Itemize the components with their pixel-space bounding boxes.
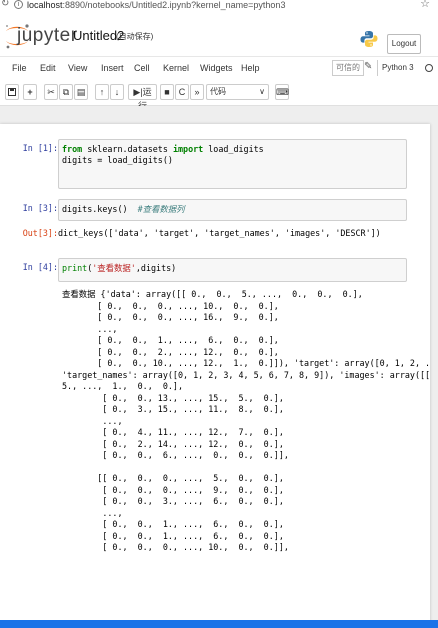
insert-cell-plus-icon[interactable]: + <box>23 84 37 100</box>
output-line: [ 0., 0., 0., ..., 10., 0., 0.]], <box>62 542 289 552</box>
output-line: [ 0., 0., 3., ..., 6., 0., 0.], <box>62 496 284 506</box>
menu-edit[interactable]: Edit <box>40 63 56 73</box>
move-down-arrow-icon[interactable]: ↓ <box>110 84 124 100</box>
code-line: digits.keys() #查看数据列 <box>62 204 403 215</box>
menu-insert[interactable]: Insert <box>101 63 124 73</box>
paste-icon[interactable]: ▤ <box>74 84 88 100</box>
address-bar[interactable]: ↻ i localhost:8890/notebooks/Untitled2.i… <box>0 0 438 12</box>
run-button[interactable]: ▶|运行 <box>128 84 157 111</box>
output-line: 'target_names': array([0, 1, 2, 3, 4, 5,… <box>62 369 430 380</box>
code-input[interactable]: print('查看数据',digits) <box>58 258 407 282</box>
code-token: '查看数据' <box>92 263 136 273</box>
reload-icon[interactable]: ↻ <box>1 0 9 9</box>
menu-file[interactable]: File <box>12 63 27 73</box>
edit-mode-pencil-icon: ✎ <box>364 61 373 72</box>
code-token: digits.keys() <box>62 204 138 214</box>
autosave-status: (自动保存) <box>116 32 154 41</box>
code-token: from <box>62 144 83 154</box>
menu-widgets[interactable]: Widgets <box>200 63 233 73</box>
code-cell[interactable]: In [1]: from sklearn.datasets import loa… <box>0 139 430 191</box>
trusted-indicator[interactable]: 可信的 <box>332 60 364 76</box>
output-line: 5., ..., 1., 0., 0.], <box>62 381 184 391</box>
url-path: :8890/notebooks/Untitled2.ipynb?kernel_n… <box>62 0 286 10</box>
copy-icon[interactable]: ⧉ <box>59 84 73 100</box>
code-line: print('查看数据',digits) <box>62 263 403 274</box>
cell-output: dict_keys(['data', 'target', 'target_nam… <box>58 228 381 238</box>
input-prompt: In [1]: <box>22 143 58 153</box>
bookmark-star-icon[interactable]: ☆ <box>420 0 430 10</box>
logout-button[interactable]: Logout <box>387 34 421 54</box>
output-prompt: Out[3]: <box>22 228 58 238</box>
menu-view[interactable]: View <box>68 63 87 73</box>
output-line: ..., <box>62 323 118 334</box>
jupyter-logo-text[interactable]: jupyter <box>17 25 78 47</box>
menu-cell[interactable]: Cell <box>134 63 150 73</box>
cell-type-select[interactable]: 代码 ∨ <box>206 84 269 100</box>
input-prompt: In [3]: <box>22 203 58 213</box>
kernel-name[interactable]: Python 3 <box>377 60 414 76</box>
output-line: [ 0., 3., 15., ..., 11., 8., 0.], <box>62 404 284 414</box>
code-token: ,digits) <box>135 263 177 273</box>
output-line: [ 0., 0., 1., ..., 6., 0., 0.], <box>62 335 279 345</box>
output-line: [ 0., 0., 0., ..., 10., 0., 0.], <box>62 300 279 311</box>
output-line: [ 0., 0., 0., ..., 9., 0., 0.], <box>62 484 284 495</box>
info-icon[interactable]: i <box>14 0 23 9</box>
taskbar-edge <box>0 620 438 628</box>
output-line: [ 0., 0., 6., ..., 0., 0., 0.]], <box>62 450 289 460</box>
cell-type-value: 代码 <box>210 87 226 96</box>
page: ↻ i localhost:8890/notebooks/Untitled2.i… <box>0 0 438 628</box>
notebook-area[interactable]: In [1]: from sklearn.datasets import loa… <box>0 106 438 628</box>
notebook-toolbar: + ✂ ⧉ ▤ ↑ ↓ ▶|运行 ■ C » 代码 ∨ ⌨ <box>0 80 438 111</box>
chevron-down-icon: ∨ <box>259 87 265 96</box>
cut-icon[interactable]: ✂ <box>44 84 58 100</box>
kernel-status-icon <box>425 64 433 72</box>
code-input[interactable]: digits.keys() #查看数据列 <box>58 199 407 221</box>
interrupt-stop-icon[interactable]: ■ <box>160 84 174 100</box>
menu-bar: File Edit View Insert Cell Kernel Widget… <box>0 56 438 80</box>
cell-output: 查看数据 {'data': array([[ 0., 0., 5., ..., … <box>0 289 430 554</box>
menu-help[interactable]: Help <box>241 63 260 73</box>
output-line: [[ 0., 0., 0., ..., 5., 0., 0.], <box>62 473 284 483</box>
code-line: digits = load_digits() <box>62 155 403 166</box>
output-line: ..., <box>62 507 123 518</box>
code-token: sklearn.datasets <box>82 144 173 154</box>
output-line: [ 0., 4., 11., ..., 12., 7., 0.], <box>62 427 284 437</box>
code-line: from sklearn.datasets import load_digits <box>62 144 403 155</box>
url-text[interactable]: localhost:8890/notebooks/Untitled2.ipynb… <box>27 0 285 10</box>
code-token: #查看数据列 <box>137 204 185 214</box>
output-line: [ 0., 0., 1., ..., 6., 0., 0.], <box>62 530 284 541</box>
output-line: [ 0., 0., 2., ..., 12., 0., 0.], <box>62 346 279 357</box>
code-cell[interactable]: In [3]: digits.keys() #查看数据列 Out[3]: dic… <box>0 199 430 245</box>
output-line: [ 0., 0., 1., ..., 6., 0., 0.], <box>62 519 284 529</box>
input-prompt: In [4]: <box>22 262 58 272</box>
save-icon[interactable] <box>5 84 19 100</box>
code-token: import <box>172 144 204 154</box>
code-token: load_digits <box>203 144 264 154</box>
move-up-arrow-icon[interactable]: ↑ <box>95 84 109 100</box>
code-token: print <box>62 263 88 273</box>
output-line: [ 0., 0., 0., ..., 16., 9., 0.], <box>62 312 279 322</box>
output-line: ..., <box>62 415 123 426</box>
restart-icon[interactable]: C <box>175 84 189 100</box>
code-cell[interactable]: In [4]: print('查看数据',digits) 查看数据 {'data… <box>0 258 430 628</box>
command-palette-keyboard-icon[interactable]: ⌨ <box>275 84 289 100</box>
output-line: [ 0., 0., 10., ..., 12., 1., 0.]]), 'tar… <box>97 358 430 368</box>
code-token: digits = load_digits() <box>62 155 173 165</box>
jupyter-header: jupyter Untitled2 (自动保存) Logout <box>0 12 438 56</box>
output-line: 查看数据 {'data': array([[ 0., 0., 5., ..., … <box>62 289 363 299</box>
python-logo-icon <box>360 31 378 47</box>
code-input[interactable]: from sklearn.datasets import load_digits… <box>58 139 407 189</box>
output-line: [ 0., 2., 14., ..., 12., 0., 0.], <box>62 438 284 449</box>
restart-run-all-icon[interactable]: » <box>190 84 204 100</box>
run-play-icon: ▶| <box>133 87 143 97</box>
output-line: [ 0., 0., 13., ..., 15., 5., 0.], <box>62 392 284 403</box>
menu-kernel[interactable]: Kernel <box>163 63 189 73</box>
url-host: localhost <box>27 0 63 10</box>
notebook-container: In [1]: from sklearn.datasets import loa… <box>0 124 430 628</box>
